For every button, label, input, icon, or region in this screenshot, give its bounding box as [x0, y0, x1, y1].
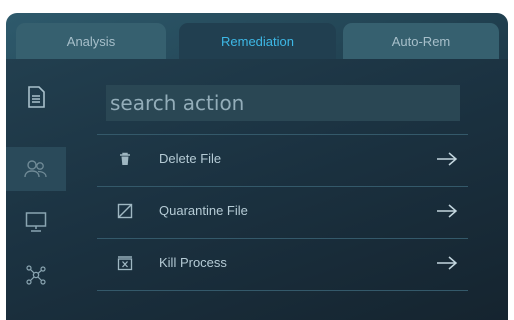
document-icon — [28, 86, 45, 108]
network-icon — [26, 265, 46, 285]
tab-remediation-label: Remediation — [221, 33, 294, 49]
trash-icon — [120, 152, 130, 165]
quarantine-icon — [117, 203, 133, 219]
action-kill-process[interactable]: Kill Process — [97, 239, 468, 287]
monitor-icon — [25, 212, 47, 232]
arrow-right-icon[interactable] — [436, 203, 458, 219]
sidebar-item-monitor[interactable] — [6, 200, 66, 244]
sidebar-item-document[interactable] — [6, 75, 66, 119]
tab-content: Delete File Quarantine File Kill Pr — [6, 59, 508, 320]
search-input[interactable] — [106, 85, 460, 121]
tab-remediation[interactable]: Remediation — [179, 23, 336, 59]
tab-auto-rem-label: Auto-Rem — [391, 33, 451, 49]
arrow-right-icon[interactable] — [436, 151, 458, 167]
remediation-panel: Analysis Remediation Auto-Rem search act… — [6, 13, 508, 320]
sidebar-item-network[interactable] — [6, 253, 66, 297]
kill-process-icon — [117, 256, 133, 271]
tab-bar: Analysis Remediation Auto-Rem — [6, 13, 508, 63]
tab-analysis-label: Analysis — [66, 33, 116, 49]
action-delete-file[interactable]: Delete File — [97, 135, 468, 183]
tab-auto-rem[interactable]: Auto-Rem — [343, 23, 499, 59]
action-label: Quarantine File — [159, 203, 248, 218]
divider — [97, 290, 468, 291]
tab-analysis[interactable]: Analysis — [16, 23, 166, 59]
users-icon — [24, 160, 47, 178]
sidebar — [6, 59, 66, 320]
sidebar-item-users[interactable] — [6, 147, 66, 191]
arrow-right-icon[interactable] — [436, 255, 458, 271]
action-label: Delete File — [159, 151, 222, 166]
action-label: Kill Process — [159, 255, 227, 270]
action-quarantine-file[interactable]: Quarantine File — [97, 187, 468, 235]
